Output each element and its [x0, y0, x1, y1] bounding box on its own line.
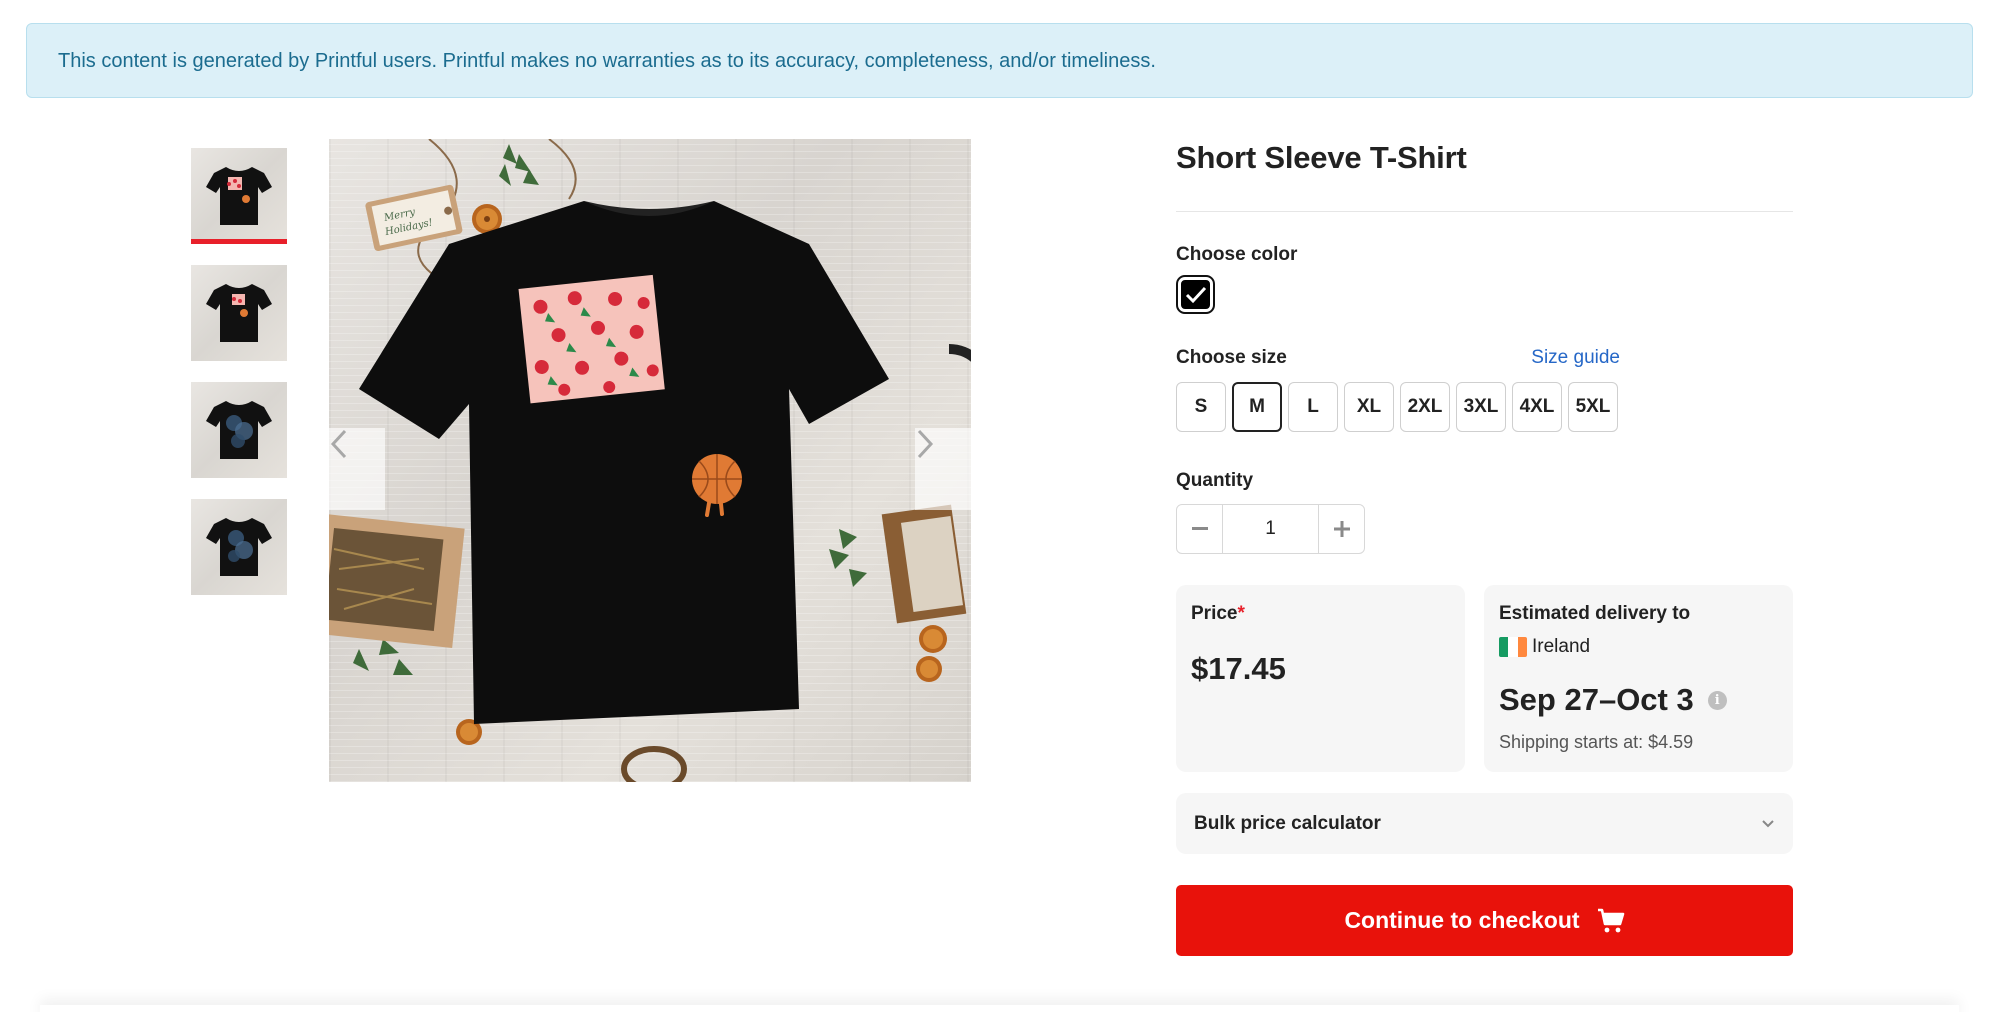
size-selector: S M L XL 2XL 3XL 4XL 5XL — [1176, 382, 1793, 432]
chevron-right-icon — [917, 429, 934, 459]
delivery-card: Estimated delivery to Ireland Sep 27–Oct… — [1484, 585, 1793, 772]
next-image-button[interactable] — [915, 428, 971, 510]
quantity-stepper — [1176, 504, 1365, 554]
chevron-down-icon — [1762, 820, 1774, 828]
thumbnail-3[interactable] — [191, 382, 287, 478]
shopping-cart-icon — [1597, 908, 1624, 932]
tshirt-thumbnail-icon — [206, 518, 272, 576]
size-option-2xl[interactable]: 2XL — [1400, 382, 1450, 432]
tshirt-thumbnail-icon — [206, 284, 272, 342]
country-name: Ireland — [1532, 636, 1591, 657]
flower-print — [518, 274, 665, 404]
size-option-4xl[interactable]: 4XL — [1512, 382, 1562, 432]
checkout-label: Continue to checkout — [1344, 907, 1580, 933]
straw-crate — [329, 514, 465, 648]
price-value: $17.45 — [1191, 651, 1286, 686]
size-option-s[interactable]: S — [1176, 382, 1226, 432]
quantity-input[interactable] — [1222, 505, 1319, 553]
tshirt-thumbnail-icon — [206, 401, 272, 459]
color-swatch-black[interactable] — [1176, 275, 1215, 314]
tshirt-mockup-image: Merry Holidays! — [329, 139, 971, 782]
bulk-price-label: Bulk price calculator — [1194, 812, 1381, 834]
thumbnail-list — [191, 148, 287, 616]
minus-icon — [1191, 527, 1208, 530]
size-option-m[interactable]: M — [1232, 382, 1282, 432]
quantity-label: Quantity — [1176, 470, 1254, 491]
price-label: Price* — [1191, 603, 1245, 624]
product-main-image: Merry Holidays! — [329, 139, 971, 782]
size-guide-link[interactable]: Size guide — [1531, 347, 1620, 369]
continue-to-checkout-button[interactable]: Continue to checkout — [1176, 885, 1793, 956]
delivery-label: Estimated delivery to — [1499, 603, 1691, 624]
size-option-3xl[interactable]: 3XL — [1456, 382, 1506, 432]
color-label: Choose color — [1176, 244, 1298, 265]
previous-image-button[interactable] — [329, 428, 385, 510]
product-title: Short Sleeve T-Shirt — [1176, 140, 1467, 175]
user-content-notice: This content is generated by Printful us… — [26, 23, 1973, 98]
plus-icon — [1333, 521, 1350, 537]
gift-tag: Merry Holidays! — [365, 184, 463, 252]
title-divider — [1176, 211, 1793, 212]
delivery-dates: Sep 27–Oct 3 — [1499, 682, 1694, 717]
ireland-flag-icon — [1499, 637, 1527, 657]
thumbnail-4[interactable] — [191, 499, 287, 595]
price-card: Price* $17.45 — [1176, 585, 1465, 772]
size-option-l[interactable]: L — [1288, 382, 1338, 432]
tshirt-thumbnail-icon — [206, 167, 272, 225]
thumbnail-1[interactable] — [191, 148, 287, 244]
thumbnail-2[interactable] — [191, 265, 287, 361]
size-option-xl[interactable]: XL — [1344, 382, 1394, 432]
quantity-increase-button[interactable] — [1319, 505, 1364, 553]
chevron-left-icon — [330, 429, 347, 459]
shipping-cost: Shipping starts at: $4.59 — [1499, 732, 1694, 752]
quantity-decrease-button[interactable] — [1177, 505, 1222, 553]
size-label: Choose size — [1176, 347, 1287, 368]
page-bottom-shadow — [40, 1005, 1959, 1012]
info-icon[interactable]: i — [1707, 690, 1727, 710]
product-details-panel: Short Sleeve T-Shirt Choose color Choose… — [1176, 139, 1793, 956]
delivery-country[interactable]: Ireland — [1499, 636, 1778, 658]
size-option-5xl[interactable]: 5XL — [1568, 382, 1618, 432]
checkmark-icon — [1185, 286, 1206, 303]
bulk-price-calculator-toggle[interactable]: Bulk price calculator — [1176, 793, 1793, 854]
